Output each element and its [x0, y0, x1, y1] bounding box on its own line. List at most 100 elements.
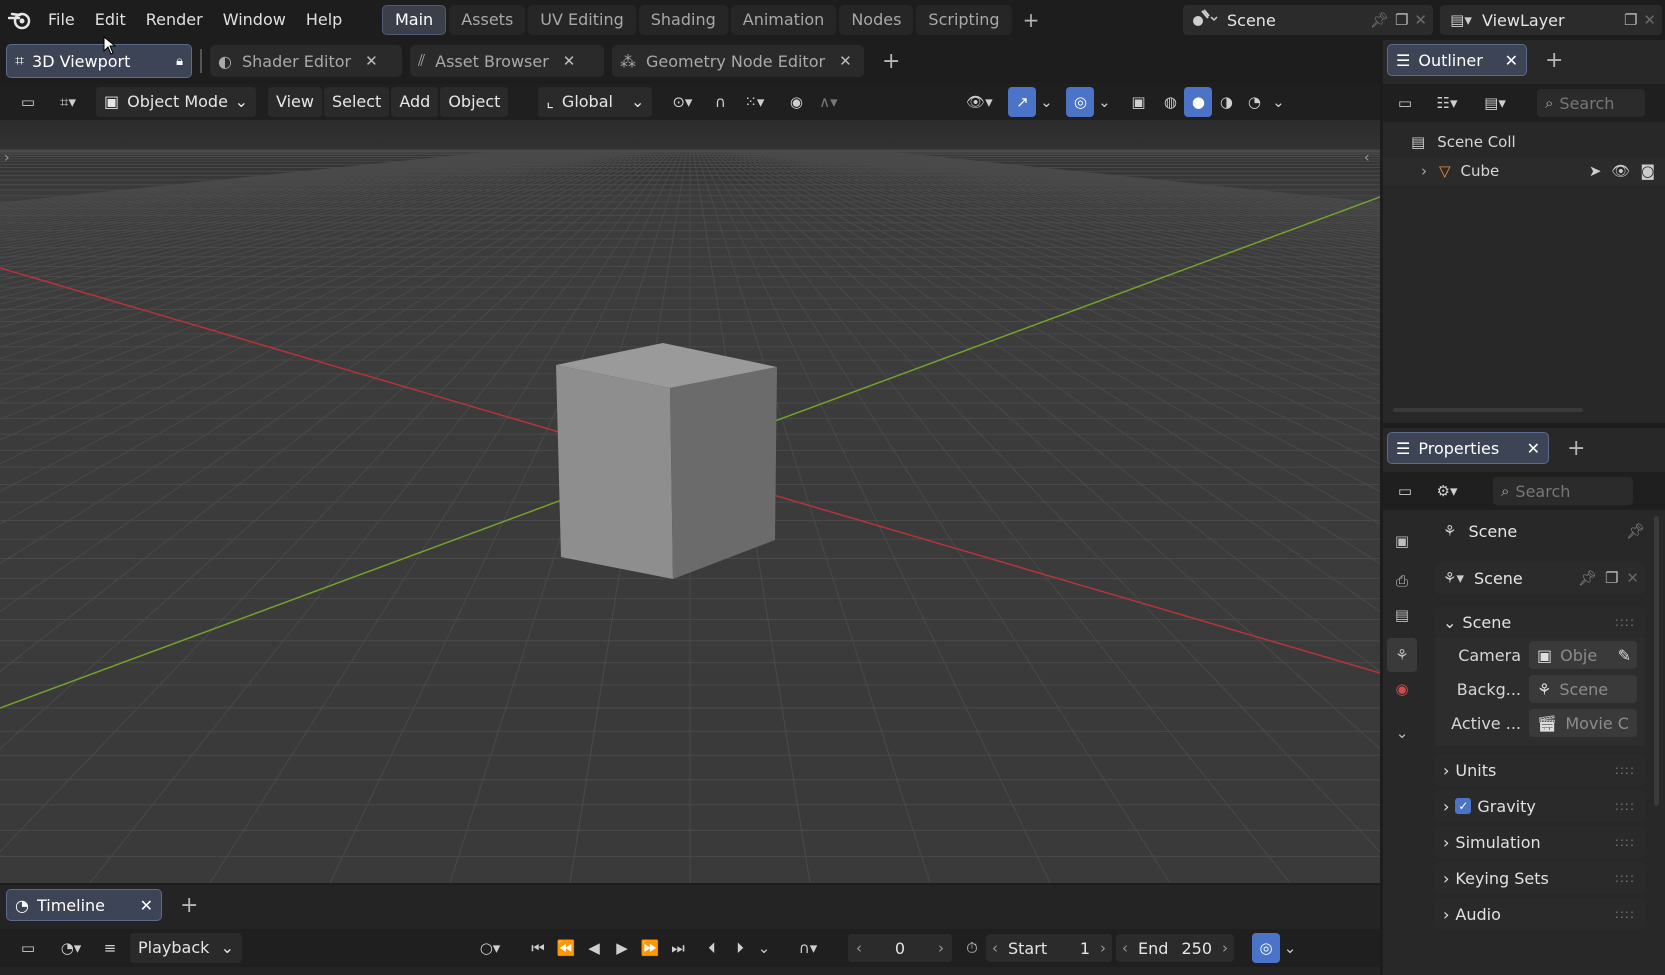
close-tab-icon[interactable]: ✕: [563, 52, 576, 70]
close-tab-icon[interactable]: ✕: [365, 52, 378, 70]
gravity-checkbox[interactable]: ✓: [1455, 798, 1472, 814]
jump-next-keyframe-icon[interactable]: ⏩: [636, 933, 664, 963]
display-options-icon[interactable]: ⚙︎▾: [1425, 476, 1469, 506]
view-layer-properties-icon[interactable]: ▤: [1387, 598, 1417, 632]
scene-name[interactable]: Scene: [1227, 11, 1276, 30]
auto-keying-icon[interactable]: ○▾: [468, 933, 512, 963]
xray-icon[interactable]: ▣: [1124, 87, 1152, 117]
outliner-tab[interactable]: ☰ Outliner ✕: [1387, 44, 1527, 76]
snap-icon[interactable]: ∩: [706, 87, 734, 117]
eye-icon[interactable]: 👁︎: [1611, 162, 1630, 180]
scene-icon[interactable]: [1183, 8, 1227, 32]
chevron-down-icon[interactable]: ⌄: [754, 933, 774, 963]
current-frame-field[interactable]: ‹ 0 ›: [848, 934, 952, 962]
horizontal-scrollbar[interactable]: [1393, 408, 1583, 412]
camera-render-icon[interactable]: ◙: [1640, 162, 1655, 180]
timeline-tab[interactable]: ◔ Timeline ✕: [6, 889, 162, 921]
prev-frame-icon[interactable]: ⏴: [698, 933, 726, 963]
view-options-icon[interactable]: ⌗▾: [48, 87, 88, 117]
preview-range-icon[interactable]: ⏱: [958, 933, 986, 963]
3d-viewport[interactable]: › ‹: [0, 120, 1380, 883]
menu-object[interactable]: Object: [440, 87, 509, 117]
chevron-down-icon[interactable]: ⌄: [1036, 87, 1056, 117]
timeline-overlay-icon[interactable]: ◎: [1252, 933, 1280, 963]
drag-handle-icon[interactable]: ::::: [1615, 871, 1635, 885]
drag-handle-icon[interactable]: ::::: [1615, 763, 1635, 777]
output-properties-icon[interactable]: ⎙: [1387, 564, 1417, 598]
panel-scene-header[interactable]: ⌄ Scene ::::: [1435, 606, 1645, 638]
play-reverse-icon[interactable]: ◀: [580, 933, 608, 963]
add-workspace-plus-icon[interactable]: +: [1023, 8, 1040, 32]
scene-datablock-field[interactable]: ⚘▾ Scene 📌︎ ❐ ✕: [1435, 562, 1645, 594]
editor-tab-geometry-node-editor[interactable]: ⁂ Geometry Node Editor ✕: [612, 45, 864, 77]
editor-type-icon[interactable]: ▭: [1391, 476, 1419, 506]
duplicate-icon[interactable]: ❐: [1395, 11, 1408, 29]
end-frame-field[interactable]: ‹ End 250 ›: [1116, 934, 1234, 962]
playback-dropdown[interactable]: Playback ⌄: [130, 933, 242, 963]
object-mode-dropdown[interactable]: ▣ Object Mode ⌄: [96, 87, 256, 117]
menu-select[interactable]: Select: [323, 87, 390, 117]
mode-dropdown-icon[interactable]: ◔▾: [50, 933, 92, 963]
decrement-arrow-icon[interactable]: ‹: [1122, 939, 1128, 957]
close-icon[interactable]: ✕: [1414, 11, 1427, 29]
panel-units-header[interactable]: › Units ::::: [1435, 754, 1645, 786]
scene-properties-icon[interactable]: ⚘: [1387, 638, 1417, 672]
snap-target-icon[interactable]: ⁙▾: [734, 87, 774, 117]
close-tab-icon[interactable]: ✕: [1505, 51, 1518, 70]
close-tab-icon[interactable]: ✕: [140, 896, 153, 915]
play-icon[interactable]: ▶: [608, 933, 636, 963]
background-scene-field[interactable]: ⚘ Scene: [1529, 675, 1637, 703]
scene-browse-icon[interactable]: ⚘▾: [1443, 569, 1464, 587]
rendered-shading-icon[interactable]: ◔: [1240, 87, 1268, 117]
close-tab-icon[interactable]: ✕: [1527, 439, 1540, 458]
menu-edit[interactable]: Edit: [85, 5, 136, 35]
workspace-tab-nodes[interactable]: Nodes: [839, 5, 914, 35]
menu-add[interactable]: Add: [391, 87, 439, 117]
sidebar-toggle-icon[interactable]: ‹: [1364, 150, 1370, 166]
chevron-down-icon[interactable]: ⌄: [1094, 87, 1114, 117]
world-properties-icon[interactable]: ◉: [1387, 672, 1417, 706]
workspace-tab-uv-editing[interactable]: UV Editing: [528, 5, 636, 35]
workspace-tab-main[interactable]: Main: [382, 5, 447, 35]
workspace-tab-assets[interactable]: Assets: [449, 5, 526, 35]
wireframe-shading-icon[interactable]: ◍: [1156, 87, 1184, 117]
workspace-tab-scripting[interactable]: Scripting: [916, 5, 1012, 35]
decrement-arrow-icon[interactable]: ‹: [856, 939, 862, 957]
increment-arrow-icon[interactable]: ›: [938, 939, 944, 957]
unlink-icon[interactable]: ✕: [1626, 569, 1639, 587]
fake-user-icon[interactable]: 📌︎: [1578, 569, 1597, 587]
duplicate-icon[interactable]: ❐: [1624, 11, 1637, 29]
menu-help[interactable]: Help: [296, 5, 352, 35]
editor-type-icon[interactable]: ▭: [14, 933, 42, 963]
close-tab-icon[interactable]: ✕: [839, 52, 852, 70]
timeline-snap-icon[interactable]: ∩▾: [786, 933, 830, 963]
duplicate-icon[interactable]: ❐: [1605, 569, 1618, 587]
add-tab-plus-icon[interactable]: +: [180, 893, 198, 918]
decrement-arrow-icon[interactable]: ‹: [992, 939, 998, 957]
tree-item-scene-collection[interactable]: ▤ Scene Coll: [1411, 128, 1516, 156]
material-shading-icon[interactable]: ◑: [1212, 87, 1240, 117]
render-properties-icon[interactable]: ▣: [1387, 524, 1417, 558]
overlay-icon[interactable]: ◎: [1066, 87, 1095, 117]
menu-view[interactable]: View: [268, 87, 322, 117]
drag-handle-icon[interactable]: ::::: [1615, 835, 1635, 849]
pin-icon[interactable]: 📌︎: [1370, 11, 1389, 29]
jump-end-icon[interactable]: ⏭: [664, 933, 692, 963]
panel-audio-header[interactable]: › Audio ::::: [1435, 898, 1645, 930]
panel-keying-sets-header[interactable]: › Keying Sets ::::: [1435, 862, 1645, 894]
chevron-down-icon[interactable]: ⌄: [1387, 716, 1417, 750]
editor-tab-3d-viewport[interactable]: ⌗ 3D Viewport 🔒︎: [6, 44, 192, 78]
chevron-down-icon[interactable]: ⌄: [1268, 87, 1288, 117]
falloff-icon[interactable]: ∧▾: [810, 87, 846, 117]
cube-object[interactable]: [556, 343, 777, 579]
drag-handle-icon[interactable]: ::::: [1615, 907, 1635, 921]
add-editor-tab-plus-icon[interactable]: +: [882, 49, 900, 74]
increment-arrow-icon[interactable]: ›: [1222, 939, 1228, 957]
lock-icon[interactable]: 🔒︎: [176, 54, 183, 69]
next-frame-icon[interactable]: ⏵: [726, 933, 754, 963]
solid-shading-icon[interactable]: ●: [1184, 87, 1213, 117]
drag-handle-icon[interactable]: ::::: [1615, 799, 1635, 813]
add-tab-plus-icon[interactable]: +: [1545, 48, 1563, 73]
visibility-icon[interactable]: 👁︎▾: [958, 87, 1000, 117]
close-icon[interactable]: ✕: [1643, 11, 1656, 29]
